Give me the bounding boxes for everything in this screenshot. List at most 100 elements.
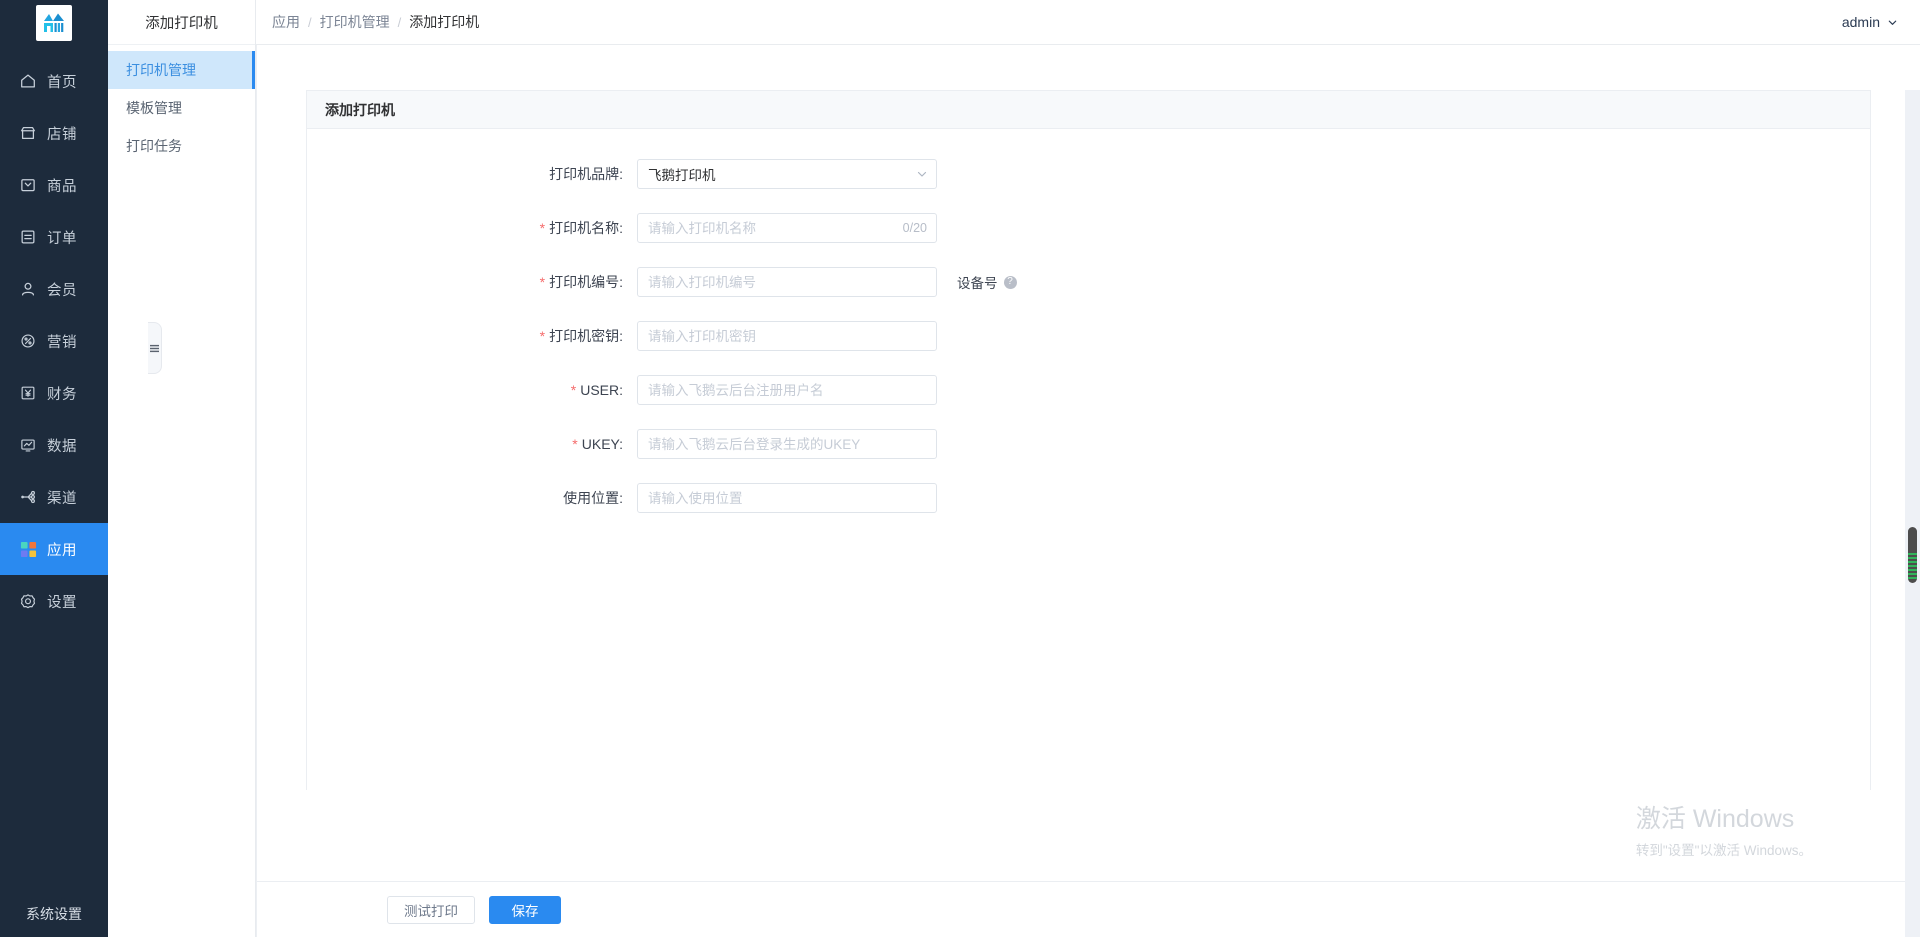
breadcrumb-item-add-printer: 添加打印机: [409, 14, 480, 30]
printer-name-label-text: 打印机名称:: [549, 220, 623, 236]
sidebar-item-data[interactable]: 数据: [0, 419, 108, 471]
save-button[interactable]: 保存: [489, 895, 561, 924]
printer-ukey-control: [637, 429, 937, 459]
store-icon: [18, 123, 38, 143]
sidebar-item-store[interactable]: 店铺: [0, 107, 108, 159]
vertical-scrollbar[interactable]: [1905, 90, 1920, 937]
sidebar-item-label: 商品: [47, 178, 77, 195]
printer-location-control: [637, 483, 937, 513]
printer-brand-label: 打印机品牌:: [307, 164, 637, 184]
sidebar-item-home[interactable]: 首页: [0, 55, 108, 107]
marketing-icon: [18, 331, 38, 351]
breadcrumb-separator: /: [397, 14, 402, 30]
submenu-header-label: 添加打印机: [145, 15, 218, 32]
printer-location-input[interactable]: [637, 483, 937, 513]
required-asterisk: *: [539, 220, 546, 236]
watermark-title: 激活 Windows: [1635, 805, 1795, 834]
breadcrumb: 应用 / 打印机管理 / 添加打印机: [272, 12, 479, 32]
primary-nav-list: 首页 店铺 商品 订单 会员 营销 财务 数据 渠道 应用 设置: [0, 45, 108, 890]
sidebar-item-label: 会员: [47, 282, 77, 299]
test-print-button[interactable]: 测试打印: [387, 895, 475, 924]
submenu-item-printer-management[interactable]: 打印机管理: [108, 51, 255, 89]
submenu-item-print-tasks[interactable]: 打印任务: [108, 127, 255, 165]
printer-user-label-text: USER:: [580, 382, 623, 398]
printer-secret-label-text: 打印机密钥:: [549, 328, 623, 344]
printer-brand-control: [637, 159, 937, 189]
submenu-item-label: 打印机管理: [126, 62, 196, 78]
printer-number-hint-label: 设备号: [957, 276, 998, 291]
user-name-label: admin: [1841, 14, 1880, 30]
printer-number-label: * 打印机编号:: [307, 272, 637, 292]
sidebar-item-label: 数据: [47, 438, 77, 455]
printer-secret-label: * 打印机密钥:: [307, 326, 637, 346]
form-action-bar: 测试打印 保存: [257, 881, 1920, 937]
printer-number-input[interactable]: [637, 267, 937, 297]
sidebar-item-settings[interactable]: 设置: [0, 575, 108, 627]
chevron-down-icon: [1887, 17, 1898, 28]
secondary-sidebar: 添加打印机 打印机管理 模板管理 打印任务: [108, 0, 256, 937]
sidebar-item-label: 营销: [47, 334, 77, 351]
order-icon: [18, 227, 38, 247]
submenu-header-title: 添加打印机: [108, 0, 255, 45]
sidebar-item-goods[interactable]: 商品: [0, 159, 108, 211]
primary-sidebar: 首页 店铺 商品 订单 会员 营销 财务 数据 渠道 应用 设置 系统设置: [0, 0, 108, 937]
sidebar-item-member[interactable]: 会员: [0, 263, 108, 315]
scrollbar-thumb[interactable]: [1908, 527, 1917, 583]
watermark-subtitle: 转到"设置"以激活 Windows。: [1635, 843, 1812, 858]
sidebar-item-label: 店铺: [47, 126, 77, 143]
question-mark-icon[interactable]: ?: [1003, 275, 1017, 289]
finance-icon: [18, 383, 38, 403]
printer-location-label-text: 使用位置:: [563, 490, 623, 506]
sidebar-item-marketing[interactable]: 营销: [0, 315, 108, 367]
printer-secret-control: [637, 321, 937, 351]
home-icon: [18, 71, 38, 91]
sidebar-item-finance[interactable]: 财务: [0, 367, 108, 419]
required-asterisk: *: [539, 328, 546, 344]
printer-ukey-input[interactable]: [637, 429, 937, 459]
topbar: 应用 / 打印机管理 / 添加打印机 admin: [256, 0, 1920, 45]
printer-ukey-label: * UKEY:: [307, 436, 637, 452]
breadcrumb-item-apps[interactable]: 应用: [272, 12, 300, 32]
system-settings-label: 系统设置: [26, 905, 82, 922]
sidebar-item-label: 应用: [47, 542, 77, 559]
submenu-list: 打印机管理 模板管理 打印任务: [108, 45, 255, 165]
system-settings-link[interactable]: 系统设置: [0, 890, 108, 937]
printer-user-control: [637, 375, 937, 405]
field-row-printer-number: * 打印机编号: 设备号 ?: [307, 267, 1870, 297]
panel-title: 添加打印机: [307, 91, 1870, 129]
printer-number-control: [637, 267, 937, 297]
breadcrumb-separator: /: [308, 14, 312, 30]
required-asterisk: *: [539, 274, 546, 290]
data-icon: [18, 435, 38, 455]
apps-icon: [18, 539, 38, 559]
settings-icon: [18, 591, 38, 611]
sidebar-item-order[interactable]: 订单: [0, 211, 108, 263]
sidebar-item-channel[interactable]: 渠道: [0, 471, 108, 523]
channel-icon: [18, 487, 38, 507]
field-row-printer-secret: * 打印机密钥:: [307, 321, 1870, 351]
breadcrumb-item-printer-management[interactable]: 打印机管理: [320, 12, 390, 32]
add-printer-panel: 添加打印机 打印机品牌: 飞鹅打印机 * 打印机名称: 请输入打印机名称 0/2…: [306, 90, 1871, 790]
required-asterisk: *: [570, 382, 577, 398]
submenu-item-template-management[interactable]: 模板管理: [108, 89, 255, 127]
app-root: 首页 店铺 商品 订单 会员 营销 财务 数据 渠道 应用 设置 系统设置 添加…: [0, 0, 1920, 937]
printer-secret-input[interactable]: [637, 321, 937, 351]
logo-area[interactable]: [0, 0, 108, 45]
sidebar-item-label: 设置: [47, 594, 77, 611]
windows-activation-watermark: 激活 Windows 转到"设置"以激活 Windows。: [1636, 805, 1812, 859]
printer-name-label: * 打印机名称:: [307, 218, 637, 238]
field-row-user: * USER:: [307, 375, 1870, 405]
printer-user-input[interactable]: [637, 375, 937, 405]
main-area: 应用 / 打印机管理 / 添加打印机 admin 添加打印机 打印机品牌: 飞鹅…: [256, 0, 1920, 937]
sidebar-item-label: 财务: [47, 386, 77, 403]
printer-brand-label-text: 打印机品牌:: [549, 166, 623, 182]
printer-name-input[interactable]: [637, 213, 937, 243]
collapse-menu-icon[interactable]: [148, 322, 162, 374]
mountain-shop-logo: [36, 4, 72, 41]
add-printer-form: 打印机品牌: 飞鹅打印机 * 打印机名称: 请输入打印机名称 0/20 * 打印…: [307, 129, 1870, 513]
user-menu[interactable]: admin: [1842, 14, 1898, 30]
member-icon: [18, 279, 38, 299]
field-row-printer-brand: 打印机品牌:: [307, 159, 1870, 189]
printer-brand-select[interactable]: [637, 159, 937, 189]
sidebar-item-apps[interactable]: 应用: [0, 523, 108, 575]
